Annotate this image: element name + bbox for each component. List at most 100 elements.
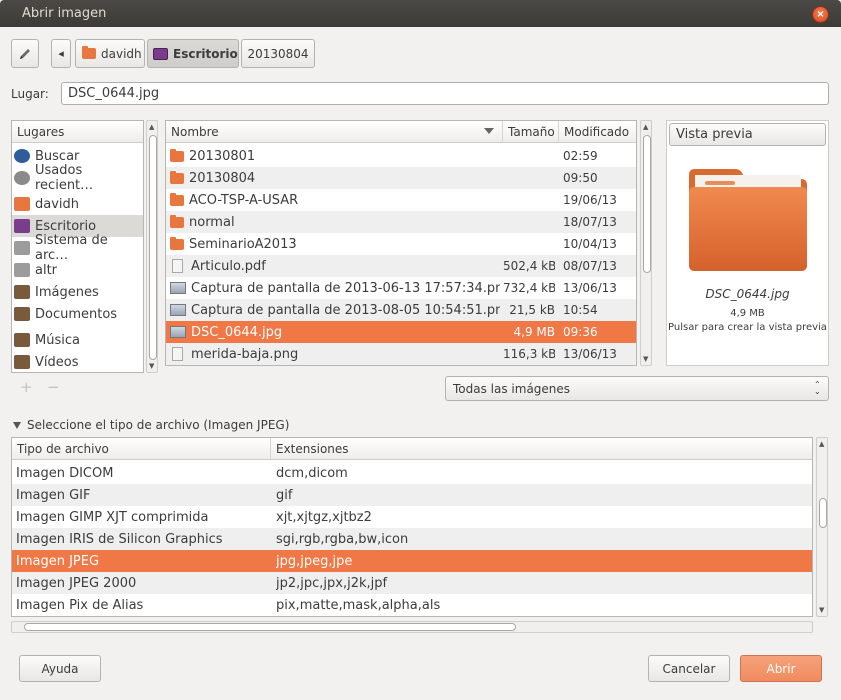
filetype-row[interactable]: Imagen JPEG jpg,jpeg,jpe xyxy=(12,550,812,572)
expander-arrow-icon xyxy=(13,421,21,429)
sidebar-item-label: Música xyxy=(35,332,80,348)
location-label: Lugar: xyxy=(11,87,49,101)
drive-icon xyxy=(14,263,30,277)
cancel-button[interactable]: Cancelar xyxy=(648,655,730,682)
filetype-ext: jp2,jpc,jpx,j2k,jpf xyxy=(276,575,388,591)
home-folder-icon xyxy=(82,46,96,59)
scroll-down-icon[interactable]: ▼ xyxy=(149,362,154,370)
filetype-row[interactable]: Imagen Pix de Alias pix,matte,mask,alpha,… xyxy=(12,594,812,616)
file-name: ACO-TSP-A-USAR xyxy=(189,192,299,208)
desktop-icon xyxy=(153,47,168,60)
title-bar: Abrir imagen × xyxy=(0,0,841,27)
sidebar-item[interactable]: davidh xyxy=(12,193,143,215)
home-folder-icon xyxy=(14,197,30,211)
sidebar-item-label: altr xyxy=(35,262,58,278)
filetype-row[interactable]: Imagen GIF gif xyxy=(12,484,812,506)
sidebar-item[interactable]: Imágenes xyxy=(12,281,143,303)
filetype-name: Imagen GIF xyxy=(16,487,91,503)
file-size: 21,5 kB xyxy=(509,303,555,317)
scroll-thumb[interactable] xyxy=(819,498,827,528)
sidebar-item[interactable]: Música xyxy=(12,329,143,351)
file-name: 20130804 xyxy=(189,170,256,186)
sidebar-item[interactable]: Vídeos xyxy=(12,351,143,373)
file-name-cell: ACO-TSP-A-USAR xyxy=(170,192,500,208)
scroll-up-icon[interactable]: ▲ xyxy=(643,123,648,131)
places-scrollbar[interactable]: ▲ ▼ xyxy=(146,120,158,373)
search-icon xyxy=(14,149,30,163)
column-size-header[interactable]: Tamaño xyxy=(503,121,559,143)
file-row[interactable]: SeminarioA2013 10/04/13 xyxy=(166,233,636,255)
column-modified-header[interactable]: Modificado xyxy=(559,121,636,143)
path-button-davidh[interactable]: davidh xyxy=(75,39,145,68)
help-button[interactable]: Ayuda xyxy=(19,655,101,682)
location-input[interactable]: DSC_0644.jpg xyxy=(61,82,829,105)
filter-select[interactable]: Todas las imágenes ⌃⌄ xyxy=(445,376,829,401)
column-type-header[interactable]: Tipo de archivo xyxy=(12,438,271,460)
file-name: 20130801 xyxy=(189,148,256,164)
file-name-cell: Captura de pantalla de 2013-08-05 10:54:… xyxy=(170,303,500,318)
file-name: Captura de pantalla de 2013-08-05 10:54:… xyxy=(191,302,500,318)
filetype-hscrollbar[interactable] xyxy=(11,621,813,633)
file-name: Captura de pantalla de 2013-06-13 17:57:… xyxy=(191,280,500,296)
sidebar-item-label: Escritorio xyxy=(35,218,97,234)
file-row[interactable]: Captura de pantalla de 2013-06-13 17:57:… xyxy=(166,277,636,299)
edit-location-button[interactable] xyxy=(11,39,39,68)
file-name-cell: SeminarioA2013 xyxy=(170,236,500,252)
files-scrollbar[interactable]: ▲ ▼ xyxy=(640,120,652,366)
folder-icon xyxy=(170,214,184,228)
sidebar-item[interactable]: Documentos xyxy=(12,303,143,325)
add-bookmark-button[interactable]: + xyxy=(20,378,33,396)
scroll-thumb[interactable] xyxy=(149,135,157,360)
sidebar-item[interactable]: Sistema de arc… xyxy=(12,233,143,263)
file-icon xyxy=(172,347,183,361)
file-row[interactable]: 20130801 02:59 xyxy=(166,145,636,167)
sidebar-item[interactable]: Usados recient… xyxy=(12,163,143,193)
path-button-escritorio[interactable]: Escritorio xyxy=(147,39,239,68)
close-icon[interactable]: × xyxy=(812,6,829,23)
file-modified: 13/06/13 xyxy=(563,347,617,361)
filetype-row[interactable]: Imagen IRIS de Silicon Graphics sgi,rgb,r… xyxy=(12,528,812,550)
sidebar-item-label: Vídeos xyxy=(35,354,79,370)
file-name: normal xyxy=(189,214,235,230)
file-row[interactable]: merida-baja.png 116,3 kB 13/06/13 xyxy=(166,343,636,365)
file-row[interactable]: Captura de pantalla de 2013-08-05 10:54:… xyxy=(166,299,636,321)
sort-arrow-icon xyxy=(484,128,494,134)
column-ext-header[interactable]: Extensiones xyxy=(271,438,812,460)
file-row[interactable]: DSC_0644.jpg 4,9 MB 09:36 xyxy=(166,321,636,343)
remove-bookmark-button[interactable]: − xyxy=(47,378,60,396)
hscroll-thumb[interactable] xyxy=(24,623,516,631)
path-button-20130804[interactable]: 20130804 xyxy=(241,39,315,68)
filetype-row[interactable]: Imagen JPEG 2000 jp2,jpc,jpx,j2k,jpf xyxy=(12,572,812,594)
file-row[interactable]: ACO-TSP-A-USAR 19/06/13 xyxy=(166,189,636,211)
filetype-row[interactable]: Imagen DICOM dcm,dicom xyxy=(12,462,812,484)
videos-folder-icon xyxy=(14,355,30,369)
scroll-thumb[interactable] xyxy=(643,135,651,273)
pencil-icon xyxy=(20,48,30,59)
path-label: davidh xyxy=(101,46,142,61)
scroll-up-icon[interactable]: ▲ xyxy=(149,123,154,131)
file-name-cell: Captura de pantalla de 2013-06-13 17:57:… xyxy=(170,281,500,296)
file-modified: 02:59 xyxy=(563,149,598,163)
file-row[interactable]: 20130804 09:50 xyxy=(166,167,636,189)
file-row[interactable]: normal 18/07/13 xyxy=(166,211,636,233)
places-panel: Lugares Buscar Usados recient… davidh Escri… xyxy=(11,120,144,373)
file-size: 4,9 MB xyxy=(513,325,555,339)
filetype-expander[interactable]: Seleccione el tipo de archivo (Imagen JP… xyxy=(13,418,289,432)
file-modified: 09:50 xyxy=(563,171,598,185)
filetype-row[interactable]: Imagen GIMP XJT comprimida xjt,xjtgz,xjtb… xyxy=(12,506,812,528)
open-button[interactable]: Abrir xyxy=(740,655,822,682)
file-size: 502,4 kB xyxy=(503,259,555,273)
scroll-down-icon[interactable]: ▼ xyxy=(643,355,648,363)
file-name-cell: normal xyxy=(170,214,500,230)
scroll-up-icon[interactable]: ▲ xyxy=(819,440,824,448)
file-row[interactable]: Articulo.pdf 502,4 kB 08/07/13 xyxy=(166,255,636,277)
filetype-scrollbar[interactable]: ▲ ▼ xyxy=(816,437,828,617)
scroll-down-icon[interactable]: ▼ xyxy=(819,606,824,614)
preview-hint: Pulsar para crear la vista previa xyxy=(668,322,827,333)
column-name-header[interactable]: Nombre xyxy=(166,121,503,143)
path-back-button[interactable]: ◂ xyxy=(51,39,71,68)
image-file-icon xyxy=(170,304,186,316)
filetype-list: Tipo de archivo Extensiones Imagen DICOM… xyxy=(11,437,813,617)
sidebar-item-label: Buscar xyxy=(35,148,80,164)
sidebar-item[interactable]: altr xyxy=(12,259,143,281)
